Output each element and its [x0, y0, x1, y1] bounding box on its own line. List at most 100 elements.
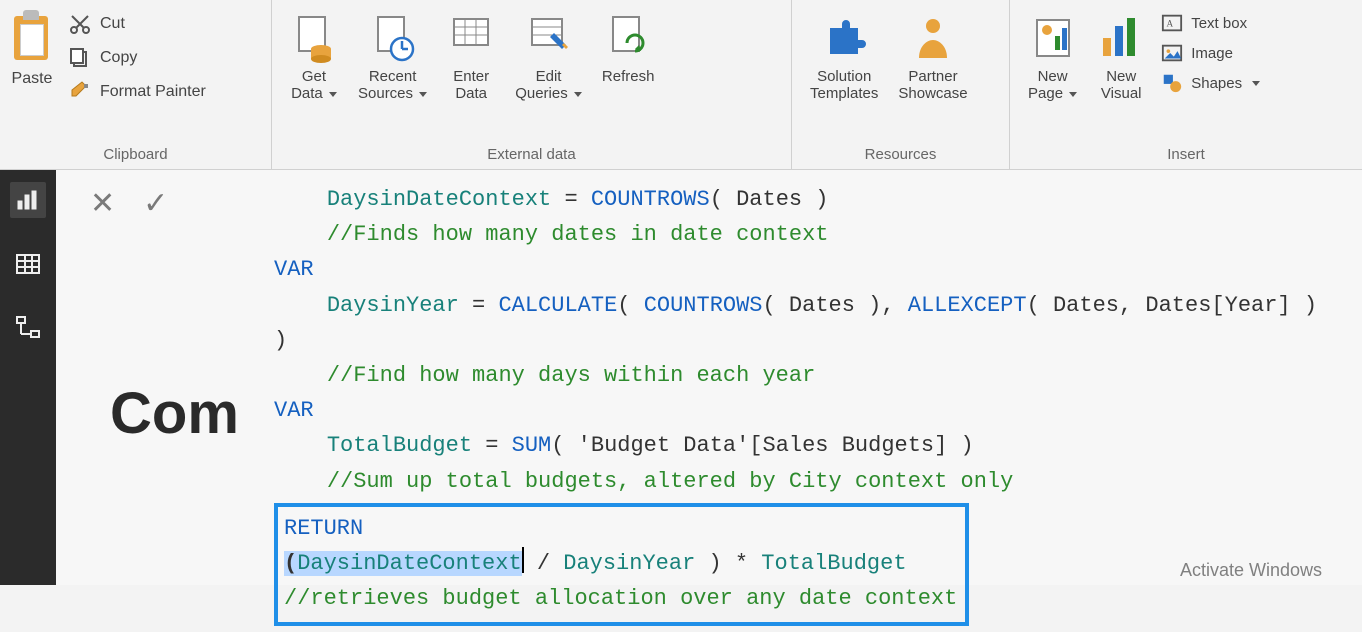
new-visual-label: New Visual: [1101, 68, 1142, 103]
shapes-button[interactable]: Shapes: [1159, 70, 1262, 96]
person-icon: [909, 10, 957, 66]
model-view-button[interactable]: [10, 310, 46, 346]
puzzle-icon: [820, 10, 868, 66]
formula-token: =: [472, 433, 512, 458]
formula-keyword: VAR: [274, 257, 314, 282]
formula-keyword: RETURN: [284, 516, 363, 541]
table-icon: [15, 251, 41, 277]
ribbon-group-label: Insert: [1018, 142, 1354, 169]
formula-token: COUNTROWS: [644, 293, 763, 318]
solution-templates-button[interactable]: Solution Templates: [800, 4, 888, 103]
workspace: ✕ ✓ DaysinDateContext = COUNTROWS( Dates…: [56, 170, 1362, 585]
relationship-icon: [15, 315, 41, 341]
formula-token: /: [524, 551, 564, 576]
ribbon-group-label: Resources: [800, 142, 1001, 169]
formula-token: =: [551, 187, 591, 212]
formula-token: SUM: [512, 433, 552, 458]
left-nav: [0, 170, 56, 585]
recent-sources-button[interactable]: Recent Sources: [348, 4, 437, 103]
cut-button[interactable]: Cut: [64, 10, 210, 38]
cancel-formula-button[interactable]: ✕: [90, 186, 115, 221]
enter-data-label: Enter Data: [453, 68, 489, 103]
cut-icon: [68, 12, 92, 36]
enter-data-icon: [447, 10, 495, 66]
windows-activation-watermark: Activate Windows: [1180, 560, 1322, 581]
edit-queries-icon: [525, 10, 573, 66]
svg-text:A: A: [1167, 19, 1174, 29]
copy-label: Copy: [100, 49, 137, 67]
refresh-icon: [604, 10, 652, 66]
formula-comment: //retrieves budget allocation over any d…: [284, 586, 957, 611]
image-icon: [1161, 42, 1183, 64]
formula-token: (: [617, 293, 643, 318]
formula-bar-actions: ✕ ✓: [90, 186, 168, 221]
get-data-icon: [290, 10, 338, 66]
formula-token: =: [459, 293, 499, 318]
new-page-button[interactable]: New Page: [1018, 4, 1087, 103]
data-view-button[interactable]: [10, 246, 46, 282]
formula-token: DaysinDateContext: [327, 187, 551, 212]
copy-button[interactable]: Copy: [64, 44, 210, 72]
ribbon-group-external-data: Get Data Recent Sources Enter Data Edit …: [272, 0, 792, 169]
partner-showcase-label: Partner Showcase: [898, 68, 967, 103]
formula-token: ( Dates ),: [763, 293, 908, 318]
ribbon-group-resources: Solution Templates Partner Showcase Reso…: [792, 0, 1010, 169]
edit-queries-label: Edit Queries: [515, 68, 568, 102]
ribbon-group-clipboard: Paste Cut Copy Format Painter Clipboard: [0, 0, 272, 169]
formula-token: DaysinYear: [327, 293, 459, 318]
new-visual-icon: [1097, 10, 1145, 66]
formula-token: TotalBudget: [327, 433, 472, 458]
paste-icon: [10, 10, 54, 66]
recent-sources-icon: [369, 10, 417, 66]
new-page-icon: [1029, 10, 1077, 66]
formula-comment: //Find how many days within each year: [327, 363, 815, 388]
ribbon-group-insert: New Page New Visual A Text box Image: [1010, 0, 1362, 169]
partner-showcase-button[interactable]: Partner Showcase: [888, 4, 977, 103]
paste-label: Paste: [12, 70, 53, 88]
format-painter-icon: [68, 80, 92, 104]
formula-token: DaysinYear: [563, 551, 695, 576]
formula-token: ) *: [695, 551, 761, 576]
formula-keyword: VAR: [274, 398, 314, 423]
formula-token: ( 'Budget Data'[Sales Budgets] ): [551, 433, 973, 458]
paste-button[interactable]: Paste: [8, 4, 64, 88]
format-painter-label: Format Painter: [100, 83, 206, 101]
refresh-button[interactable]: Refresh: [592, 4, 665, 85]
formula-comment: //Sum up total budgets, altered by City …: [327, 469, 1014, 494]
formula-return-highlight: RETURN (DaysinDateContext / DaysinYear )…: [274, 503, 969, 627]
new-visual-button[interactable]: New Visual: [1087, 4, 1155, 103]
formula-token: (: [284, 551, 297, 576]
text-box-button[interactable]: A Text box: [1159, 10, 1262, 36]
ribbon: Paste Cut Copy Format Painter Clipboard: [0, 0, 1362, 170]
get-data-label: Get Data: [291, 68, 326, 102]
text-box-icon: A: [1161, 12, 1183, 34]
cut-label: Cut: [100, 15, 125, 33]
report-view-button[interactable]: [10, 182, 46, 218]
shapes-icon: [1161, 72, 1183, 94]
solution-templates-label: Solution Templates: [810, 68, 878, 103]
refresh-label: Refresh: [602, 68, 655, 85]
edit-queries-button[interactable]: Edit Queries: [505, 4, 592, 103]
image-button[interactable]: Image: [1159, 40, 1262, 66]
formula-token: ( Dates ): [710, 187, 829, 212]
ribbon-group-label: Clipboard: [8, 142, 263, 169]
commit-formula-button[interactable]: ✓: [143, 186, 168, 221]
formula-token: CALCULATE: [498, 293, 617, 318]
formula-token: TotalBudget: [761, 551, 906, 576]
enter-data-button[interactable]: Enter Data: [437, 4, 505, 103]
copy-icon: [68, 46, 92, 70]
bar-chart-icon: [15, 187, 41, 213]
formula-token: DaysinDateContext: [297, 551, 521, 576]
page-title-partial: Com: [110, 380, 239, 447]
ribbon-group-label: External data: [280, 142, 783, 169]
recent-sources-label: Recent Sources: [358, 68, 416, 102]
text-box-label: Text box: [1191, 15, 1247, 32]
format-painter-button[interactable]: Format Painter: [64, 78, 210, 106]
image-label: Image: [1191, 45, 1233, 62]
formula-token: COUNTROWS: [591, 187, 710, 212]
formula-token: ALLEXCEPT: [908, 293, 1027, 318]
formula-comment: //Finds how many dates in date context: [327, 222, 829, 247]
shapes-label: Shapes: [1191, 75, 1242, 92]
new-page-label: New Page: [1028, 68, 1068, 102]
get-data-button[interactable]: Get Data: [280, 4, 348, 103]
